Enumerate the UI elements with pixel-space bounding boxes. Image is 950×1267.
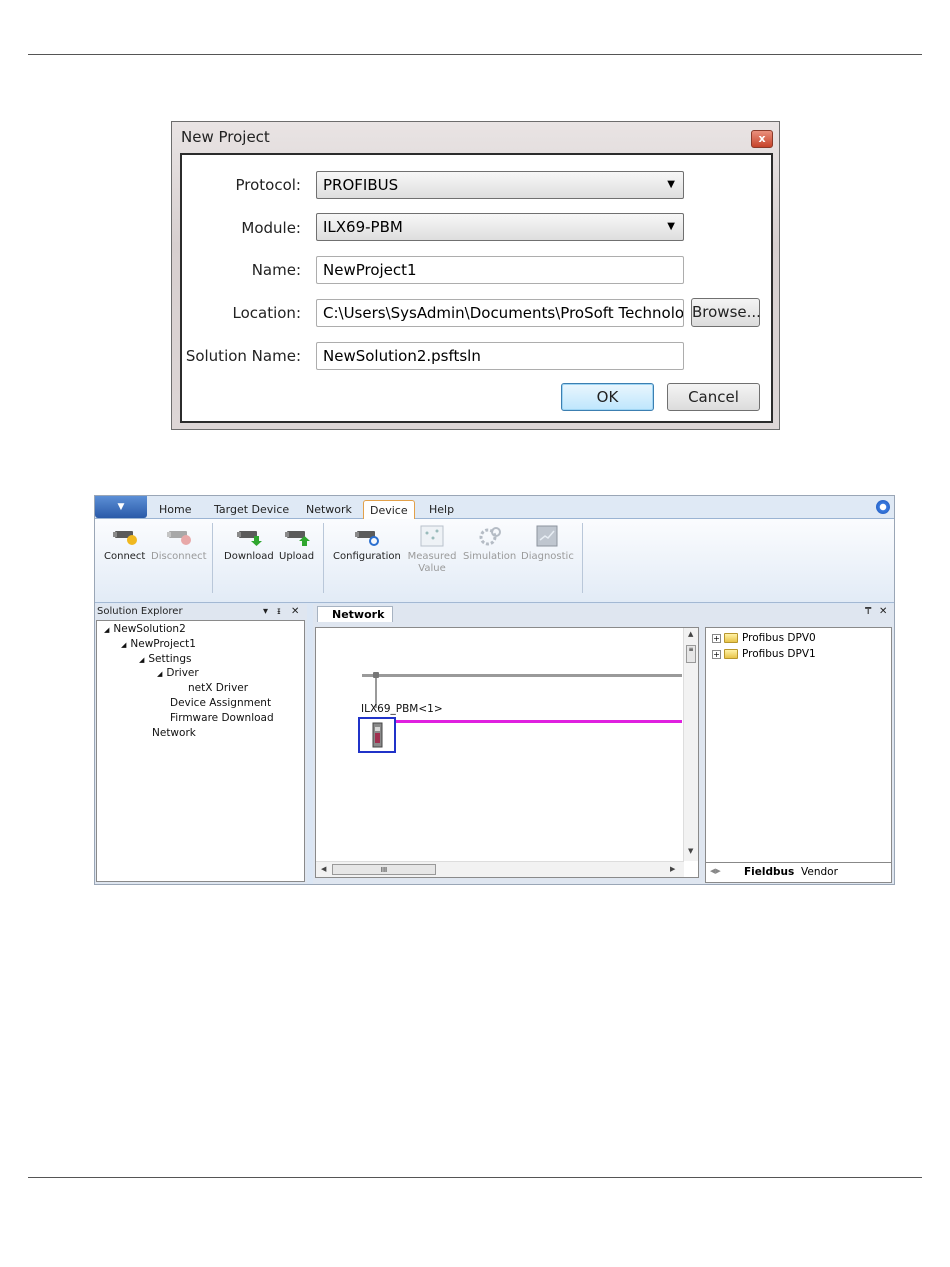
vertical-scrollbar[interactable]: ▲ ≡ ▼ — [683, 628, 698, 861]
name-field[interactable]: NewProject1 — [316, 256, 684, 284]
catalog-item-dpv1[interactable]: + Profibus DPV1 — [712, 648, 816, 660]
network-bus-line — [362, 674, 682, 677]
disconnect-button[interactable]: Disconnect — [151, 525, 207, 563]
device-catalog-panel: + Profibus DPV0 + Profibus DPV1 ◀▶ Fieldbu… — [705, 627, 892, 883]
scroll-thumb[interactable]: ≡ — [686, 645, 696, 663]
device-label: ILX69_PBM<1> — [361, 703, 443, 715]
tree-node-device-assignment[interactable]: Device Assignment — [170, 697, 271, 709]
catalog-item-dpv0[interactable]: + Profibus DPV0 — [712, 632, 816, 644]
tab-vendor[interactable]: Vendor — [801, 866, 838, 878]
download-button[interactable]: Download — [224, 525, 274, 563]
pin-icon[interactable]: ᵻ — [277, 604, 281, 620]
tab-help[interactable]: Help — [423, 500, 460, 519]
solution-name-label: Solution Name: — [185, 347, 301, 365]
scroll-up-icon[interactable]: ▲ — [688, 630, 693, 638]
upload-button[interactable]: Upload — [279, 525, 314, 563]
profibus-line — [396, 720, 682, 723]
location-label: Location: — [232, 304, 302, 322]
new-project-dialog: New Project x Protocol: PROFIBUS ▼ Modul… — [171, 121, 780, 430]
network-document-panel: Network ₸ ✕ ILX69_PBM<1> ▲ ≡ ▼ ◀ III ▶ +… — [313, 604, 894, 884]
tree-node-firmware-download[interactable]: Firmware Download — [170, 712, 274, 724]
scroll-right-icon[interactable]: ▶ — [670, 865, 675, 873]
tab-network-document[interactable]: Network — [317, 606, 394, 622]
cancel-button[interactable]: Cancel — [667, 383, 760, 411]
scroll-left-icon[interactable]: ◀ — [321, 865, 326, 873]
diagnostic-button[interactable]: Diagnostic — [521, 525, 574, 563]
network-canvas[interactable]: ILX69_PBM<1> ▲ ≡ ▼ ◀ III ▶ — [315, 627, 699, 878]
tab-network[interactable]: Network — [300, 500, 358, 519]
tree-node-network[interactable]: Network — [152, 727, 196, 739]
tree-node-solution[interactable]: ◢ NewSolution2 — [104, 623, 186, 635]
horizontal-scrollbar[interactable]: ◀ III ▶ — [316, 861, 684, 877]
measured-value-icon — [420, 525, 444, 547]
help-icon[interactable] — [876, 500, 890, 514]
protocol-label: Protocol: — [235, 176, 301, 194]
application-menu-button[interactable]: ▼ — [95, 496, 147, 518]
connect-button[interactable]: Connect — [104, 525, 145, 563]
diagnostic-icon — [536, 525, 558, 547]
ribbon-separator — [323, 523, 324, 593]
bus-junction — [373, 672, 379, 678]
ok-button[interactable]: OK — [561, 383, 654, 411]
connect-icon — [112, 531, 137, 545]
close-icon[interactable]: ✕ — [291, 604, 299, 620]
configuration-icon — [354, 531, 379, 546]
folder-icon — [724, 633, 738, 643]
solution-explorer-title: Solution Explorer — [97, 606, 183, 617]
close-icon[interactable]: ✕ — [879, 604, 887, 620]
disconnect-icon — [166, 531, 191, 545]
device-module-icon — [372, 722, 383, 748]
app-window: ▼ Home Target Device Network Device Help… — [94, 495, 895, 885]
tab-target-device[interactable]: Target Device — [208, 500, 295, 519]
measured-value-button[interactable]: Measured Value — [406, 525, 458, 575]
device-ilx69-pbm[interactable] — [358, 717, 396, 753]
module-value: ILX69-PBM — [323, 218, 403, 236]
dialog-title: New Project — [181, 128, 270, 146]
tree-node-driver[interactable]: ◢ Driver — [157, 667, 199, 679]
catalog-tabs: ◀▶ Fieldbus Vendor — [706, 862, 891, 882]
tab-scroll-left-icon[interactable]: ◀▶ — [710, 867, 721, 875]
tab-fieldbus[interactable]: Fieldbus — [744, 866, 794, 878]
tree-node-netx-driver[interactable]: netX Driver — [188, 682, 248, 694]
panel-menu-icon[interactable]: ₸ — [865, 604, 871, 620]
chevron-down-icon: ▼ — [667, 179, 675, 190]
solution-name-field[interactable]: NewSolution2.psftsln — [316, 342, 684, 370]
expand-icon: + — [712, 633, 721, 643]
ribbon-tabstrip: ▼ Home Target Device Network Device Help — [95, 496, 894, 519]
ribbon-separator — [212, 523, 213, 593]
solution-tree: ◢ NewSolution2 ◢ NewProject1 ◢ Settings ◢ Dr… — [96, 620, 305, 882]
scroll-thumb-horizontal[interactable]: III — [332, 864, 436, 875]
configuration-button[interactable]: Configuration — [333, 525, 401, 563]
solution-explorer-panel: Solution Explorer ▾ ᵻ ✕ ◢ NewSolution2 ◢ N… — [95, 604, 307, 884]
tree-node-project[interactable]: ◢ NewProject1 — [121, 638, 196, 650]
chevron-down-icon: ▼ — [667, 221, 675, 232]
name-label: Name: — [251, 261, 301, 279]
close-icon[interactable]: x — [751, 130, 773, 148]
upload-icon — [284, 531, 310, 546]
ribbon: Connect Disconnect Download Upload Confi… — [95, 519, 894, 603]
scroll-down-icon[interactable]: ▼ — [688, 847, 693, 855]
folder-icon — [724, 649, 738, 659]
tab-device[interactable]: Device — [363, 500, 415, 519]
download-icon — [236, 531, 262, 546]
simulation-button[interactable]: Simulation — [463, 525, 516, 563]
tab-home[interactable]: Home — [153, 500, 197, 519]
protocol-value: PROFIBUS — [323, 176, 399, 194]
module-label: Module: — [241, 219, 301, 237]
browse-button[interactable]: Browse... — [691, 298, 761, 327]
dialog-body: Protocol: PROFIBUS ▼ Module: ILX69-PBM ▼… — [180, 153, 773, 423]
tree-node-settings[interactable]: ◢ Settings — [139, 653, 191, 665]
top-rule — [28, 54, 922, 55]
expand-icon: + — [712, 649, 721, 659]
panel-menu-icon[interactable]: ▾ — [263, 604, 268, 620]
location-field[interactable]: C:\Users\SysAdmin\Documents\ProSoft Tech… — [316, 299, 684, 327]
simulation-icon — [479, 527, 501, 546]
protocol-select[interactable]: PROFIBUS ▼ — [316, 171, 684, 199]
ribbon-separator — [582, 523, 583, 593]
bottom-rule — [28, 1177, 922, 1178]
module-select[interactable]: ILX69-PBM ▼ — [316, 213, 684, 241]
